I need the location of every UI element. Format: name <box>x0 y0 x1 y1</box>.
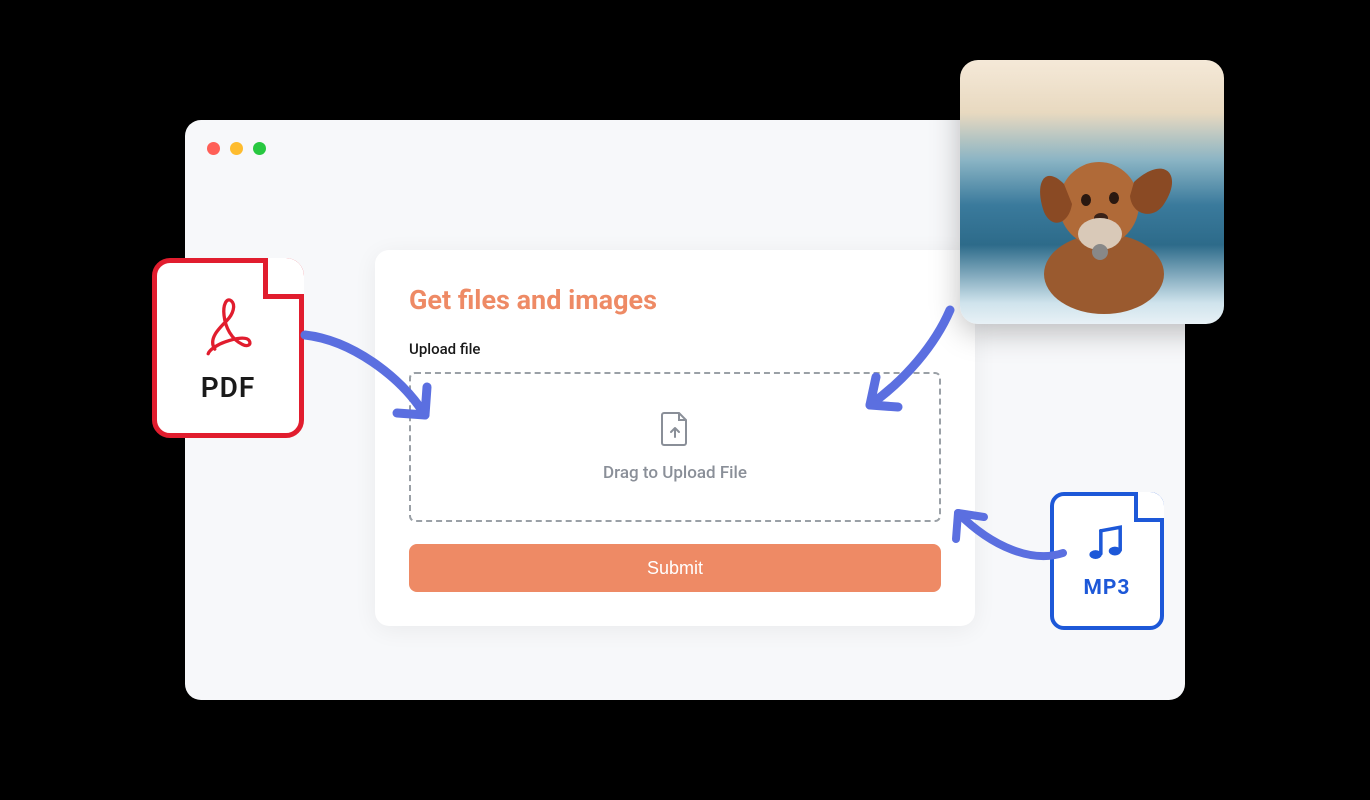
pdf-file-icon <box>195 293 261 363</box>
pdf-label: PDF <box>201 371 256 404</box>
dog-photo-icon <box>1014 134 1184 314</box>
mp3-label: MP3 <box>1084 576 1131 600</box>
upload-field-label: Upload file <box>409 340 941 358</box>
minimize-icon[interactable] <box>230 142 243 155</box>
image-file-tile[interactable] <box>960 60 1224 324</box>
dropzone-text: Drag to Upload File <box>603 463 747 483</box>
maximize-icon[interactable] <box>253 142 266 155</box>
submit-button[interactable]: Submit <box>409 544 941 592</box>
file-upload-icon <box>660 411 690 451</box>
card-title: Get files and images <box>409 284 941 316</box>
music-note-icon <box>1085 522 1129 570</box>
pdf-file-tile[interactable]: PDF <box>152 258 304 438</box>
mp3-file-tile[interactable]: MP3 <box>1050 492 1164 630</box>
file-dropzone[interactable]: Drag to Upload File <box>409 372 941 522</box>
close-icon[interactable] <box>207 142 220 155</box>
window-controls <box>207 142 266 155</box>
upload-card: Get files and images Upload file Drag to… <box>375 250 975 626</box>
